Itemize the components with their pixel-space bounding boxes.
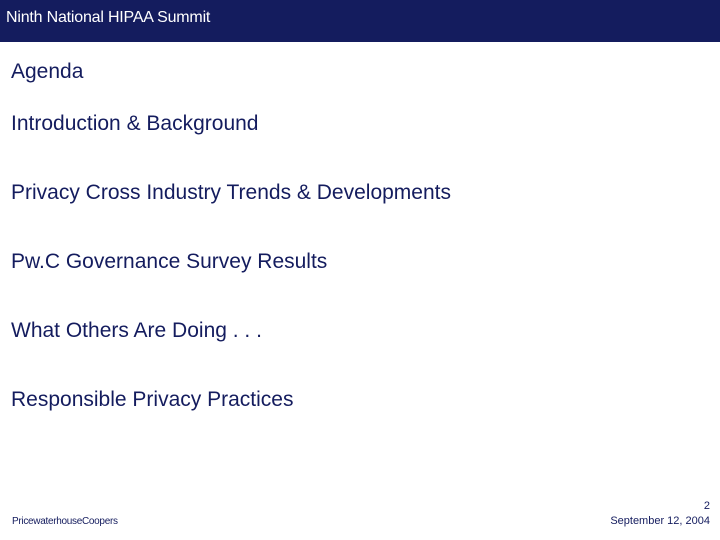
slide-title: Agenda	[11, 60, 84, 83]
agenda-item-privacy-trends: Privacy Cross Industry Trends & Developm…	[11, 181, 451, 204]
header-title: Ninth National HIPAA Summit	[6, 9, 211, 26]
agenda-item-governance-survey: Pw.C Governance Survey Results	[11, 250, 328, 273]
header-bar: Ninth National HIPAA Summit	[0, 0, 720, 42]
agenda-item-introduction: Introduction & Background	[11, 112, 259, 135]
footer-company: PricewaterhouseCoopers	[12, 516, 118, 527]
agenda-item-responsible-practices: Responsible Privacy Practices	[11, 388, 294, 411]
footer-date: September 12, 2004	[610, 515, 710, 527]
agenda-item-what-others-doing: What Others Are Doing . . .	[11, 319, 262, 342]
page-number: 2	[703, 500, 710, 512]
